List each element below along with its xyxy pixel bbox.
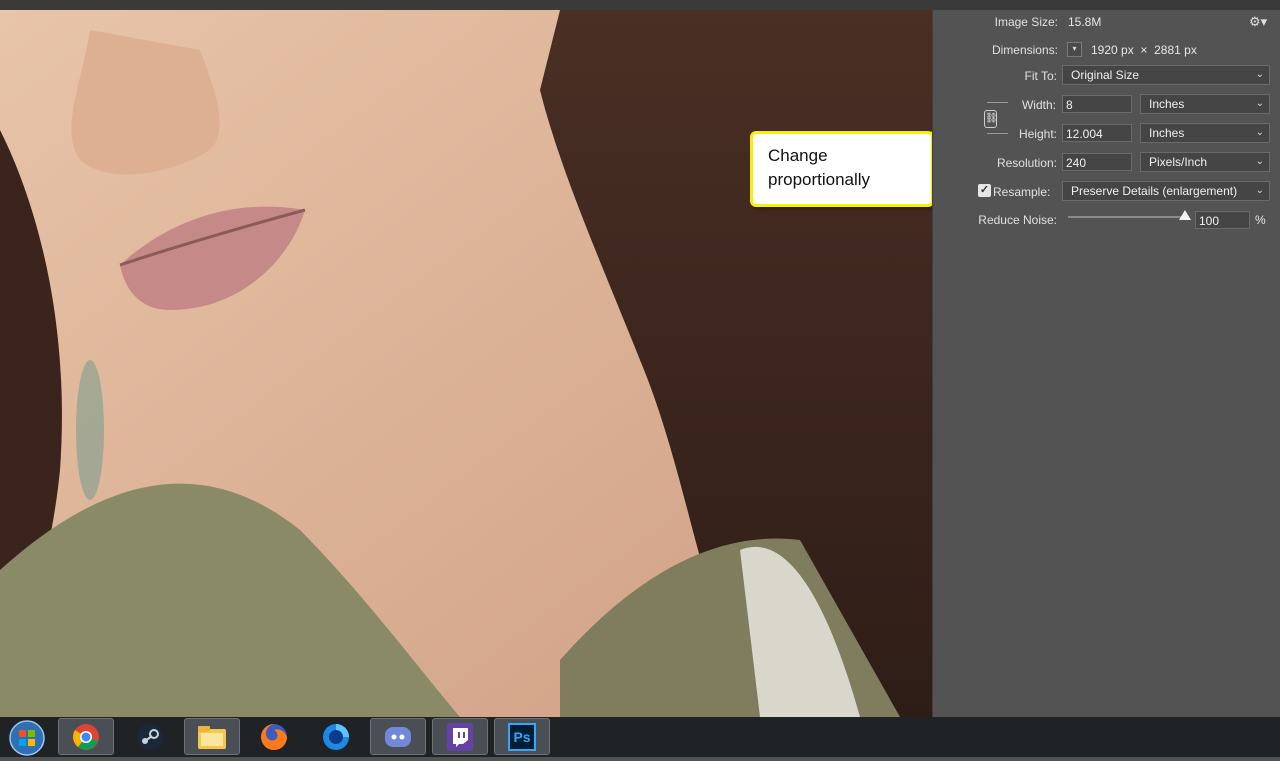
reduce-noise-unit: % [1255, 213, 1266, 227]
dimensions-unit-dropdown[interactable]: ▾ [1067, 42, 1082, 57]
resample-value: Preserve Details (enlargement) [1071, 184, 1238, 198]
taskbar-discord[interactable] [370, 718, 426, 755]
taskbar-chrome[interactable] [58, 718, 114, 755]
twitch-icon [447, 722, 473, 751]
reduce-noise-slider-thumb[interactable] [1179, 210, 1191, 220]
callout-line-2: proportionally [768, 170, 871, 189]
width-label: Width: [1021, 98, 1056, 112]
chevron-down-icon: ⌄ [1255, 156, 1264, 167]
dimension-times: × [1140, 43, 1148, 57]
callout-box: Change proportionally [750, 131, 934, 207]
taskbar-file-explorer[interactable] [184, 718, 240, 755]
dimension-width: 1920 [1091, 43, 1118, 57]
width-input[interactable]: 8 [1062, 95, 1132, 113]
top-bar [0, 0, 1280, 10]
resolution-input[interactable]: 240 [1062, 153, 1132, 171]
chevron-down-icon: ⌄ [1255, 127, 1264, 138]
chevron-down-icon: ⌄ [1255, 69, 1264, 80]
gear-icon[interactable]: ⚙▾ [1249, 14, 1267, 30]
chrome-icon [73, 723, 99, 750]
taskbar-firefox[interactable] [246, 718, 302, 755]
callout-line-1: Change [768, 146, 828, 165]
resample-checkbox[interactable]: ✓ [978, 184, 991, 197]
resolution-unit-select[interactable]: Pixels/Inch ⌄ [1140, 152, 1270, 172]
width-unit-value: Inches [1149, 97, 1185, 111]
photoshop-icon: Ps [508, 722, 536, 751]
steam-icon [137, 723, 163, 750]
dimension-height: 2881 [1154, 43, 1181, 57]
fit-to-select[interactable]: Original Size ⌄ [1062, 65, 1270, 85]
discord-icon [385, 726, 411, 747]
firefox-developer-icon [323, 723, 349, 750]
taskbar-photoshop[interactable]: Ps [494, 718, 550, 755]
dimension-height-unit: px [1184, 43, 1197, 57]
dimension-width-unit: px [1121, 43, 1134, 57]
image-size-value: 15.8M [1068, 15, 1102, 29]
reduce-noise-slider-track[interactable] [1068, 216, 1188, 218]
reduce-noise-input[interactable]: 100 [1195, 211, 1250, 229]
fit-to-label: Fit To: [1024, 69, 1057, 83]
resolution-label: Resolution: [996, 156, 1057, 170]
dimensions-label: Dimensions: [991, 43, 1058, 57]
resample-select[interactable]: Preserve Details (enlargement) ⌄ [1062, 181, 1270, 201]
resample-label: Resample: [993, 185, 1051, 199]
taskbar-firefox-developer[interactable] [308, 718, 364, 755]
chain-link-icon[interactable]: ⛓ [984, 110, 998, 128]
taskbar-twitch[interactable] [432, 718, 488, 755]
windows-start-icon[interactable] [3, 718, 47, 756]
height-unit-value: Inches [1149, 126, 1185, 140]
folder-icon [198, 725, 226, 749]
image-size-panel: Image Size: 15.8M ⚙▾ Dimensions: ▾ 1920 … [932, 10, 1280, 717]
reduce-noise-label: Reduce Noise: [978, 213, 1057, 227]
height-unit-select[interactable]: Inches ⌄ [1140, 123, 1270, 143]
chevron-down-icon: ⌄ [1255, 185, 1264, 196]
height-label: Height: [1018, 127, 1057, 141]
width-unit-select[interactable]: Inches ⌄ [1140, 94, 1270, 114]
taskbar-steam[interactable] [122, 718, 178, 755]
image-size-label: Image Size: [994, 15, 1058, 29]
image-preview[interactable] [0, 10, 932, 717]
height-input[interactable]: 12.004 [1062, 124, 1132, 142]
chevron-down-icon: ⌄ [1255, 98, 1264, 109]
dimensions-value: 1920 px × 2881 px [1091, 43, 1197, 57]
fit-to-value: Original Size [1071, 68, 1140, 82]
resolution-unit-value: Pixels/Inch [1149, 155, 1208, 169]
firefox-icon [261, 723, 287, 750]
taskbar: Ps [0, 717, 1280, 757]
portrait-preview-image [0, 10, 932, 717]
